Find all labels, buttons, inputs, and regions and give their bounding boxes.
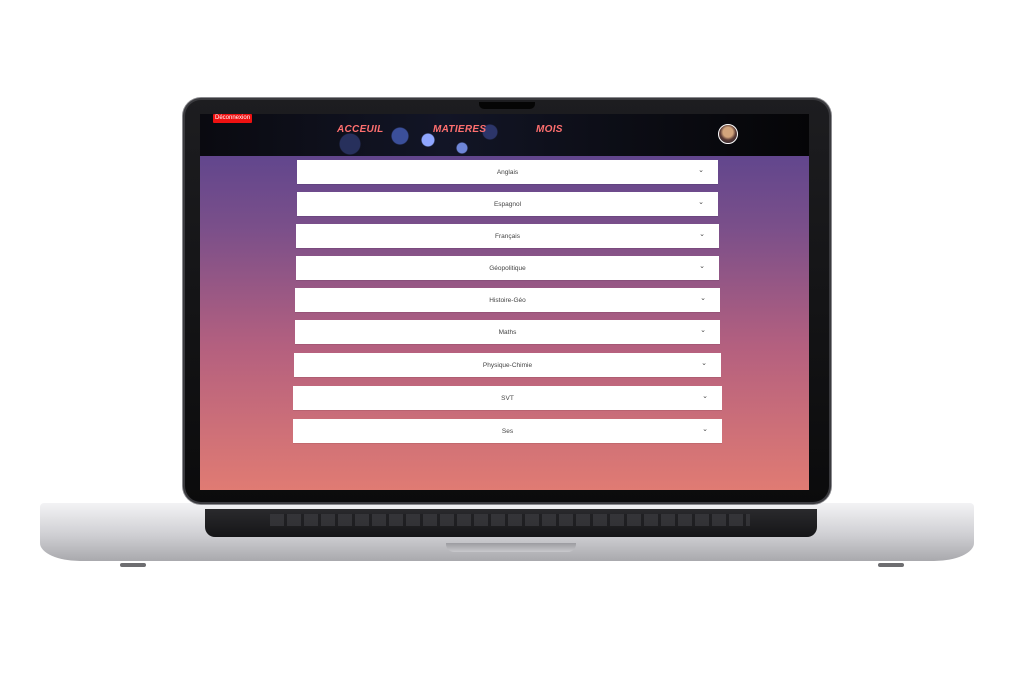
accordion-item-histoire-geo[interactable]: Histoire-Géo ⌄ <box>295 288 720 312</box>
accordion-label: Français <box>495 232 520 240</box>
accordion-item-svt[interactable]: SVT ⌄ <box>293 386 722 410</box>
accordion-label: SVT <box>501 394 514 402</box>
chevron-down-icon: ⌄ <box>700 327 706 334</box>
chevron-down-icon: ⌄ <box>698 199 704 206</box>
laptop-foot-left <box>120 563 146 567</box>
camera-notch <box>479 102 535 109</box>
accordion-item-maths[interactable]: Maths ⌄ <box>295 320 720 344</box>
accordion-item-espagnol[interactable]: Espagnol ⌄ <box>297 192 718 216</box>
accordion-label: Espagnol <box>493 200 522 208</box>
accordion-label: Maths <box>498 328 517 336</box>
chevron-down-icon: ⌄ <box>702 426 708 433</box>
chevron-down-icon: ⌄ <box>700 295 706 302</box>
chevron-down-icon: ⌄ <box>698 167 704 174</box>
accordion-label: Ses <box>501 427 514 435</box>
accordion-item-francais[interactable]: Français ⌄ <box>296 224 719 248</box>
trackpad-lip <box>446 543 576 552</box>
accordion-item-ses[interactable]: Ses ⌄ <box>293 419 722 443</box>
subject-list: Anglais ⌄ Espagnol ⌄ Français ⌄ Géopolit… <box>200 114 809 490</box>
keyboard-keys <box>270 514 750 526</box>
accordion-item-physique-chimie[interactable]: Physique-Chimie ⌄ <box>294 353 721 377</box>
screen: Déconnexion ACCEUIL MATIERES MOIS Anglai… <box>200 114 809 490</box>
accordion-item-anglais[interactable]: Anglais ⌄ <box>297 160 718 184</box>
chevron-down-icon: ⌄ <box>699 231 705 238</box>
accordion-label: Géopolitique <box>489 264 526 272</box>
chevron-down-icon: ⌄ <box>701 360 707 367</box>
accordion-label: Anglais <box>496 168 519 176</box>
laptop-foot-right <box>878 563 904 567</box>
chevron-down-icon: ⌄ <box>702 393 708 400</box>
accordion-label: Histoire-Géo <box>489 296 526 304</box>
accordion-item-geopolitique[interactable]: Géopolitique ⌄ <box>296 256 719 280</box>
chevron-down-icon: ⌄ <box>699 263 705 270</box>
accordion-label: Physique-Chimie <box>482 361 533 369</box>
